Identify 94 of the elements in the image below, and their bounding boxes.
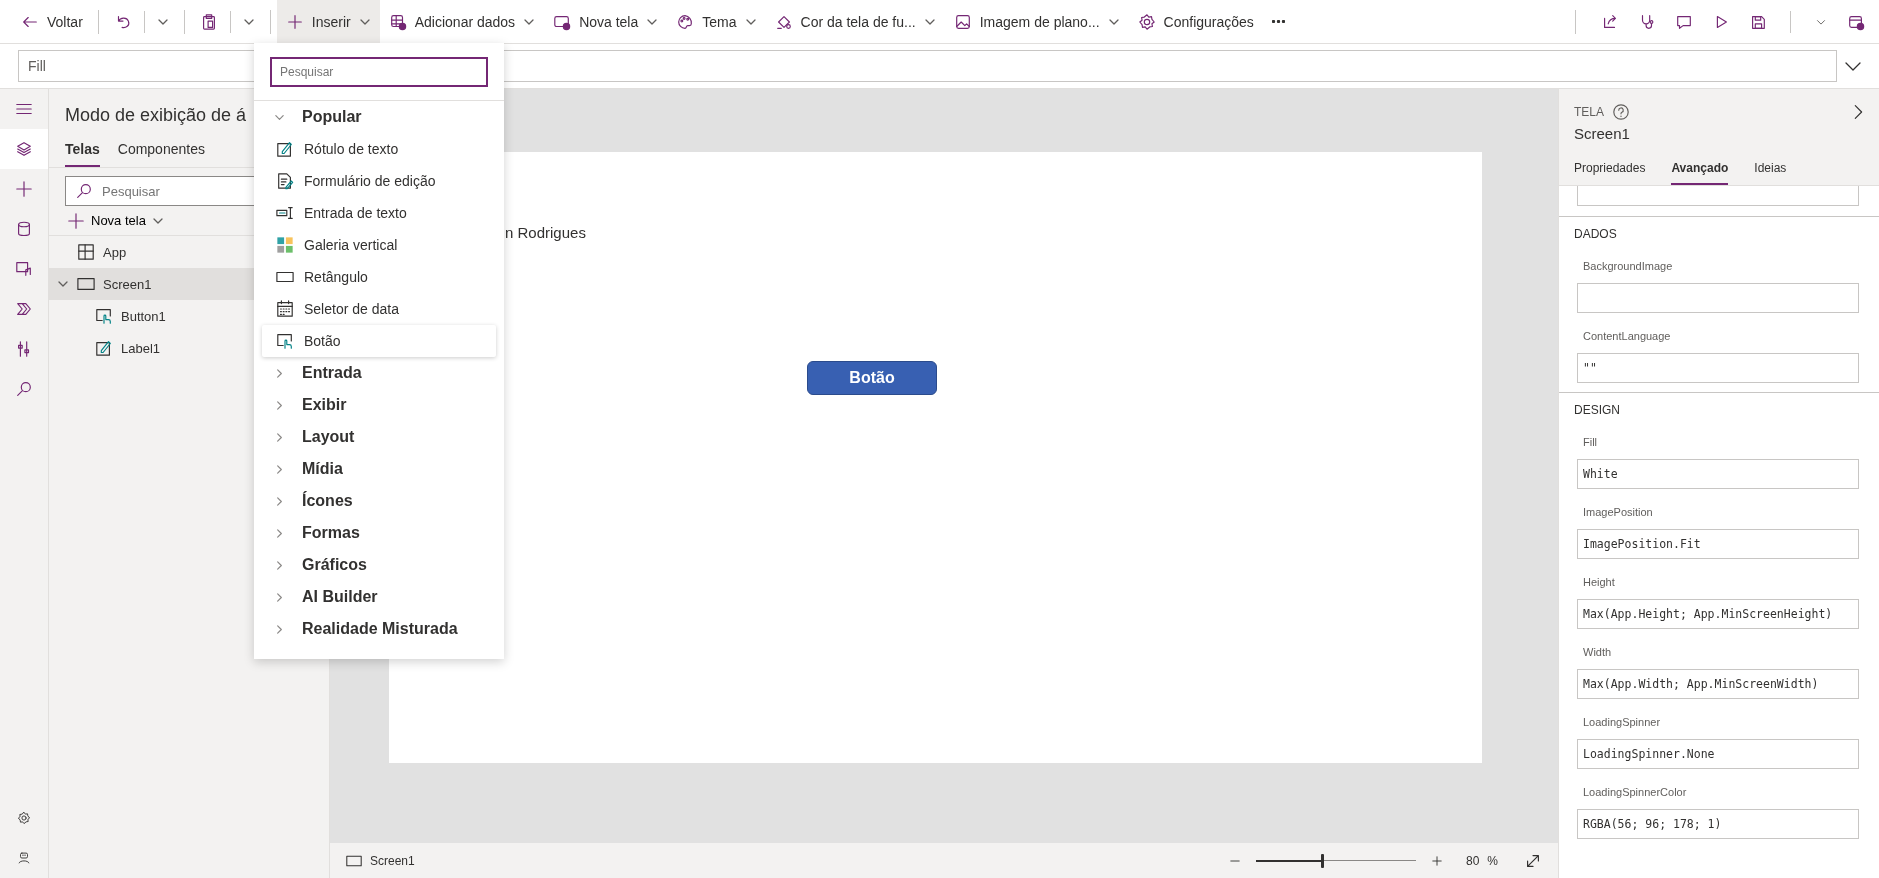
property-label: Height: [1582, 576, 1616, 590]
table-plus-icon: [388, 12, 407, 31]
chevron-right-icon: [274, 591, 285, 603]
robot-icon: [17, 851, 31, 865]
category-item[interactable]: Mídia: [254, 453, 504, 485]
toolbar-button[interactable]: Tema: [667, 0, 766, 43]
property-field[interactable]: RGBA(56; 96; 178; 1): [1577, 809, 1859, 839]
property-label: LoadingSpinnerColor: [1582, 786, 1688, 800]
property-label: ImagePosition: [1582, 506, 1654, 520]
property-field[interactable]: Fill: [18, 50, 254, 82]
menu-item[interactable]: Botão: [262, 325, 496, 357]
property-label: Width: [1582, 646, 1613, 660]
search-icon: [15, 380, 33, 398]
property-field[interactable]: [1577, 283, 1859, 313]
share-icon[interactable]: [1601, 12, 1619, 31]
property-label: BackgroundImage: [1582, 260, 1674, 274]
canvas-button[interactable]: Botão: [807, 361, 937, 395]
button-control-icon: [95, 307, 113, 325]
help-icon[interactable]: [1612, 103, 1630, 121]
canvas-label[interactable]: n Rodrigues: [505, 224, 586, 241]
label-control-icon: [95, 339, 113, 357]
chevron-right-icon: [274, 527, 285, 539]
automate-icon: [15, 300, 33, 318]
chevron-right-icon: [274, 431, 285, 443]
calendar-icon: [276, 300, 294, 318]
slider-thumb[interactable]: [1321, 853, 1325, 868]
control-type: TELA: [1574, 105, 1604, 119]
settings-icon: [17, 811, 31, 825]
zoom-unit: %: [1487, 853, 1498, 868]
toolbar-button[interactable]: Imagem de plano...: [944, 0, 1129, 43]
toolbar-button[interactable]: Cor da tela de fu...: [765, 0, 945, 43]
search-icon: [75, 182, 93, 200]
form-icon: [276, 172, 294, 190]
toolbar-button[interactable]: Adicionar dados: [379, 0, 545, 43]
property-field[interactable]: ImagePosition.Fit: [1577, 529, 1859, 559]
screen-icon: [77, 275, 95, 293]
chevron-right-icon: [274, 495, 285, 507]
property-label: ContentLanguage: [1582, 330, 1672, 344]
category-item[interactable]: Entrada: [254, 357, 504, 389]
image-icon: [953, 12, 972, 31]
chevron-right-icon: [274, 623, 285, 635]
media-icon: [15, 260, 33, 278]
control-name: Screen1: [1574, 125, 1631, 142]
chevron-right-icon: [274, 367, 285, 379]
chevron-right-icon: [274, 559, 285, 571]
label-control-icon: [276, 140, 294, 158]
plus-icon: [67, 211, 85, 230]
property-field[interactable]: LoadingSpinner.None: [1577, 739, 1859, 769]
category-item[interactable]: Gráficos: [254, 549, 504, 581]
category-item[interactable]: Popular: [254, 101, 504, 133]
category-item[interactable]: AI Builder: [254, 581, 504, 613]
tab[interactable]: Avançado: [1671, 152, 1729, 185]
text-input-icon: [276, 204, 294, 222]
toolbar-button[interactable]: Inserir: [276, 0, 380, 43]
formula-field[interactable]: [504, 50, 1837, 82]
tab[interactable]: Telas: [65, 133, 100, 167]
chevron-right-icon: [274, 463, 285, 475]
category-item[interactable]: Layout: [254, 421, 504, 453]
tab[interactable]: Propriedades: [1574, 152, 1646, 185]
search-field[interactable]: Pesquisar: [270, 57, 488, 87]
category-item[interactable]: Ícones: [254, 485, 504, 517]
section-title: DADOS: [1573, 226, 1618, 243]
property-label: Fill: [1582, 436, 1599, 450]
screen-name[interactable]: Screen1: [370, 853, 415, 868]
tab[interactable]: Ideias: [1754, 152, 1787, 185]
more-icon: [1271, 20, 1285, 23]
menu-item[interactable]: Rótulo de texto: [262, 133, 496, 165]
tab[interactable]: Componentes: [117, 133, 205, 167]
zoom-value: 80: [1465, 853, 1480, 868]
toolbar-button[interactable]: Voltar: [12, 0, 92, 43]
property-field[interactable]: Max(App.Height; App.MinScreenHeight): [1577, 599, 1859, 629]
plus-icon: [285, 12, 304, 31]
button-control-icon: [276, 332, 294, 350]
property-field[interactable]: "": [1577, 353, 1859, 383]
property-field[interactable]: White: [1577, 459, 1859, 489]
category-item[interactable]: Realidade Misturada: [254, 613, 504, 645]
property-field[interactable]: [1577, 186, 1859, 206]
database-icon: [15, 220, 33, 238]
rail-button[interactable]: [0, 129, 48, 169]
category-item[interactable]: Formas: [254, 517, 504, 549]
layers-icon: [15, 140, 33, 158]
app-icon: [77, 243, 95, 261]
plus-icon: [15, 180, 33, 198]
toolbar-button[interactable]: Nova tela: [544, 0, 668, 43]
toolbar-button[interactable]: Configurações: [1128, 0, 1263, 43]
property-label: LoadingSpinner: [1582, 716, 1662, 730]
section-title: DESIGN: [1573, 402, 1621, 419]
settings-icon: [1137, 12, 1156, 31]
property-field[interactable]: Max(App.Width; App.MinScreenWidth): [1577, 669, 1859, 699]
gallery-icon: [276, 236, 294, 254]
category-item[interactable]: Exibir: [254, 389, 504, 421]
palette-icon: [676, 12, 695, 31]
panel-title: Modo de exibição de á: [65, 104, 247, 127]
chevron-right-icon: [274, 399, 285, 411]
